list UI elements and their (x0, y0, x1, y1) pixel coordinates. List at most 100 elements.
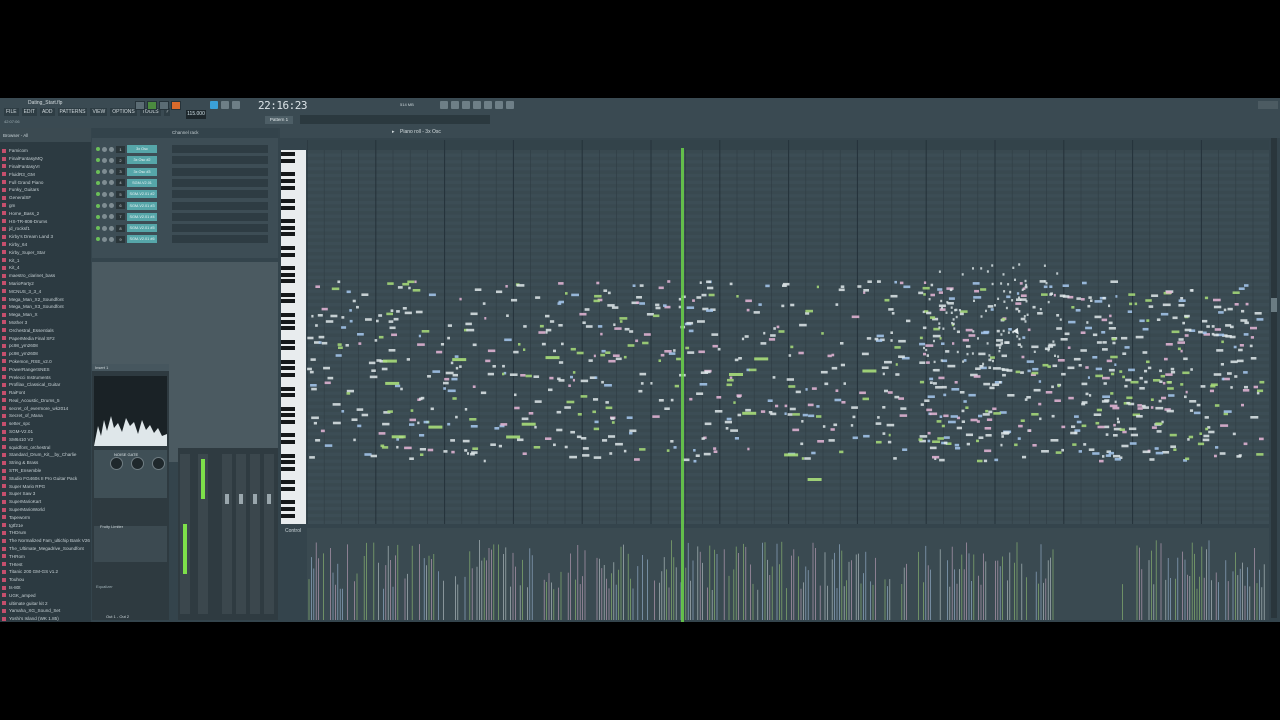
note[interactable] (903, 285, 911, 289)
channel-volume-knob[interactable] (109, 180, 114, 186)
scrollbar-thumb[interactable] (1271, 298, 1277, 312)
note[interactable] (992, 367, 1001, 370)
note[interactable] (1073, 357, 1081, 361)
note[interactable] (1000, 443, 1003, 447)
note[interactable] (1256, 453, 1264, 456)
note[interactable] (776, 325, 780, 329)
note[interactable] (1256, 318, 1264, 321)
note[interactable] (1083, 443, 1087, 446)
note[interactable] (730, 429, 738, 432)
note[interactable] (332, 421, 341, 425)
note[interactable] (576, 435, 582, 439)
note[interactable] (978, 352, 986, 356)
browser-item[interactable]: String & Brass (2, 459, 91, 467)
channel-pianoroll-preview[interactable] (172, 212, 268, 221)
note[interactable] (922, 310, 925, 314)
mixer-track[interactable] (264, 454, 274, 614)
browser-item[interactable]: jd_rocksf1 (2, 225, 91, 233)
note[interactable] (450, 439, 455, 442)
browser-item[interactable]: STR_Ensemble (2, 467, 91, 475)
note[interactable] (983, 459, 988, 463)
note[interactable] (353, 438, 356, 442)
note[interactable] (943, 441, 948, 445)
channel-volume-knob[interactable] (109, 157, 114, 163)
note[interactable] (693, 459, 697, 463)
note[interactable] (1048, 343, 1056, 347)
note[interactable] (919, 336, 923, 340)
channel-mute-led[interactable] (96, 203, 100, 208)
channel-row[interactable]: 8 SGM-V2.01 #5 (96, 223, 157, 233)
note[interactable] (1027, 328, 1031, 332)
browser-item[interactable]: ts-80t (2, 584, 91, 592)
note[interactable] (1054, 354, 1056, 357)
note[interactable] (1087, 304, 1091, 308)
note[interactable] (321, 341, 328, 345)
note[interactable] (443, 387, 446, 390)
note[interactable] (465, 322, 472, 326)
note[interactable] (985, 434, 992, 437)
note[interactable] (956, 350, 959, 354)
note[interactable] (775, 404, 779, 408)
channel-name-button[interactable]: SGM-V2.01 #4 (127, 212, 157, 221)
note[interactable] (1202, 319, 1208, 323)
note[interactable] (1128, 427, 1137, 431)
note[interactable] (696, 296, 702, 299)
note[interactable] (1102, 395, 1110, 398)
note[interactable] (930, 283, 934, 287)
note[interactable] (1038, 402, 1042, 406)
note[interactable] (1245, 302, 1249, 306)
note[interactable] (1185, 390, 1188, 394)
note[interactable] (727, 378, 734, 382)
note[interactable] (882, 432, 886, 435)
note[interactable] (768, 411, 773, 414)
note[interactable] (1233, 345, 1237, 349)
note[interactable] (557, 302, 562, 305)
note[interactable] (1165, 291, 1172, 294)
note[interactable] (311, 387, 317, 391)
note[interactable] (966, 345, 971, 348)
note[interactable] (376, 359, 382, 362)
note[interactable] (349, 309, 352, 312)
note[interactable] (790, 303, 795, 307)
metronome-icon[interactable] (210, 101, 218, 109)
note[interactable] (792, 428, 800, 432)
note[interactable] (895, 363, 898, 366)
note[interactable] (601, 349, 606, 353)
note[interactable] (539, 324, 544, 328)
note[interactable] (382, 422, 390, 426)
note[interactable] (1092, 356, 1098, 359)
note[interactable] (786, 378, 794, 381)
note[interactable] (1070, 431, 1078, 435)
note[interactable] (523, 325, 527, 328)
note[interactable] (365, 318, 372, 321)
note[interactable] (1161, 396, 1167, 400)
note[interactable] (1196, 403, 1201, 407)
note[interactable] (387, 410, 393, 413)
channel-mute-led[interactable] (96, 214, 100, 219)
note[interactable] (1250, 336, 1254, 339)
note[interactable] (1182, 371, 1190, 375)
note[interactable] (1018, 296, 1020, 299)
note[interactable] (974, 289, 979, 293)
note[interactable] (1225, 335, 1232, 338)
note[interactable] (673, 349, 676, 352)
note[interactable] (636, 296, 642, 299)
note[interactable] (346, 290, 351, 294)
note[interactable] (1094, 300, 1103, 303)
note[interactable] (1053, 293, 1056, 297)
note[interactable] (636, 301, 640, 304)
black-key[interactable] (281, 312, 295, 317)
note[interactable] (1071, 425, 1076, 428)
note[interactable] (891, 312, 895, 315)
note[interactable] (1182, 321, 1185, 325)
stop-button[interactable] (159, 101, 169, 110)
note[interactable] (1055, 451, 1062, 454)
channel-name-button[interactable]: 3x Osc #2 (127, 156, 157, 165)
note[interactable] (1230, 386, 1233, 389)
note[interactable] (582, 447, 589, 450)
note[interactable] (658, 359, 662, 362)
note[interactable] (1145, 299, 1152, 302)
event-editor-label[interactable]: Control (285, 528, 301, 534)
note[interactable] (525, 374, 532, 378)
note[interactable] (1078, 450, 1082, 453)
